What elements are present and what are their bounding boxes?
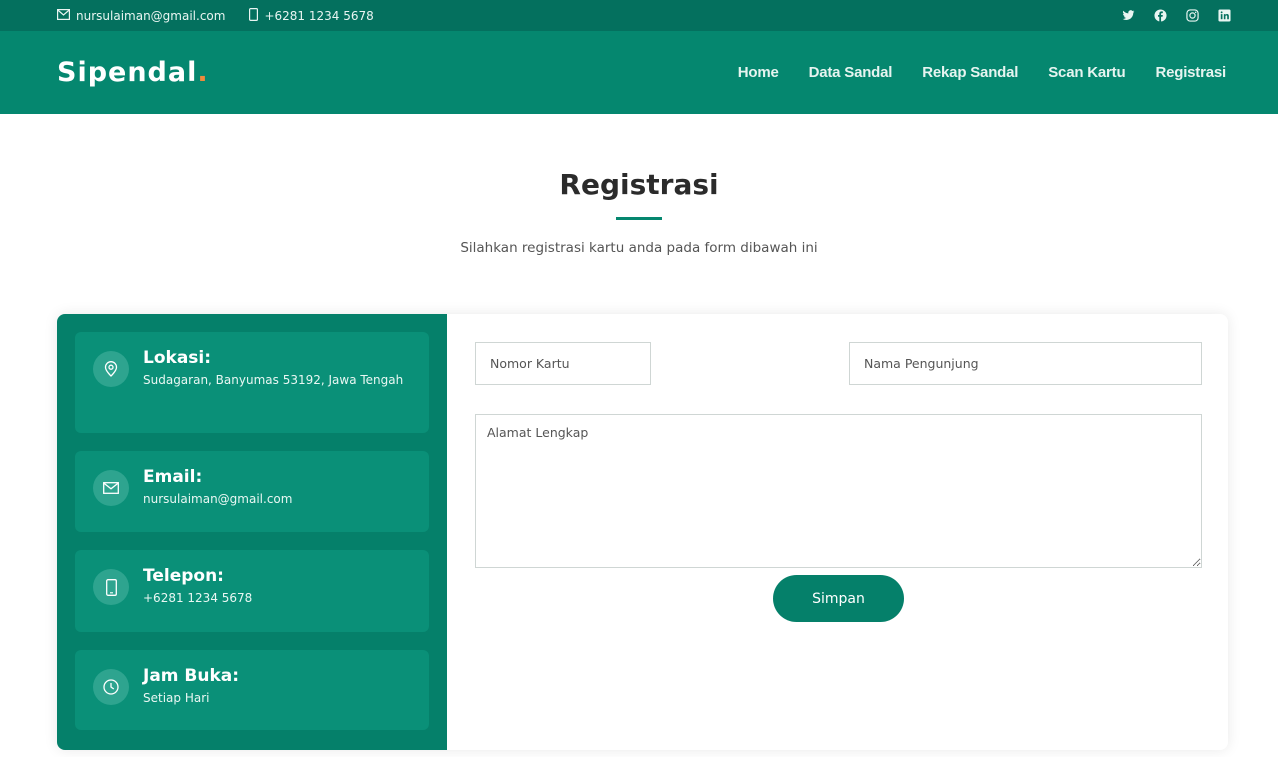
nama-pengunjung-input[interactable] <box>849 342 1202 385</box>
info-title: Email: <box>143 467 203 487</box>
info-value: nursulaiman@gmail.com <box>143 492 293 506</box>
nav-menu: Home Data Sandal Rekap Sandal Scan Kartu… <box>738 64 1226 81</box>
nav-item-scan-kartu[interactable]: Scan Kartu <box>1048 64 1125 81</box>
topbar-email[interactable]: nursulaiman@gmail.com <box>57 9 225 23</box>
page-subtitle: Silahkan registrasi kartu anda pada form… <box>460 240 818 256</box>
phone-icon <box>93 569 129 605</box>
envelope-icon <box>93 470 129 506</box>
brand-dot: . <box>197 57 209 88</box>
map-pin-icon <box>93 351 129 387</box>
linkedin-icon[interactable] <box>1217 9 1231 23</box>
brand-name: Sipendal <box>57 57 198 88</box>
social-links <box>1121 9 1231 23</box>
topbar-phone[interactable]: +6281 1234 5678 <box>249 7 374 24</box>
contact-info-panel: Lokasi: Sudagaran, Banyumas 53192, Jawa … <box>57 314 447 750</box>
facebook-icon[interactable] <box>1153 9 1167 23</box>
nomor-kartu-input[interactable] <box>475 342 651 385</box>
nav-item-home[interactable]: Home <box>738 64 779 81</box>
nav-item-rekap-sandal[interactable]: Rekap Sandal <box>922 64 1018 81</box>
topbar-email-text: nursulaiman@gmail.com <box>76 8 226 23</box>
phone-icon <box>249 7 259 24</box>
info-box-lokasi: Lokasi: Sudagaran, Banyumas 53192, Jawa … <box>75 332 429 433</box>
info-box-telepon: Telepon: +6281 1234 5678 <box>75 550 429 632</box>
nav-item-registrasi[interactable]: Registrasi <box>1155 64 1226 81</box>
clock-icon <box>93 669 129 705</box>
top-bar: nursulaiman@gmail.com +6281 1234 5678 <box>0 0 1278 31</box>
info-box-jam-buka: Jam Buka: Setiap Hari <box>75 650 429 730</box>
info-value: Setiap Hari <box>143 691 210 705</box>
alamat-lengkap-textarea[interactable] <box>475 414 1202 568</box>
nav-item-data-sandal[interactable]: Data Sandal <box>809 64 893 81</box>
info-title: Jam Buka: <box>143 666 240 686</box>
registration-form: Simpan <box>447 314 1228 750</box>
instagram-icon[interactable] <box>1185 9 1199 23</box>
brand-logo[interactable]: Sipendal. <box>57 57 209 88</box>
info-box-email: Email: nursulaiman@gmail.com <box>75 451 429 532</box>
topbar-phone-text: +6281 1234 5678 <box>264 8 374 23</box>
title-underline <box>616 217 662 220</box>
info-title: Lokasi: <box>143 348 212 368</box>
registration-card: Lokasi: Sudagaran, Banyumas 53192, Jawa … <box>57 314 1228 750</box>
info-title: Telepon: <box>143 566 224 586</box>
envelope-icon <box>57 8 71 23</box>
page-title: Registrasi <box>559 168 719 201</box>
twitter-icon[interactable] <box>1121 9 1135 23</box>
section-header: Registrasi Silahkan registrasi kartu and… <box>0 168 1278 256</box>
info-value: Sudagaran, Banyumas 53192, Jawa Tengah <box>143 373 404 387</box>
simpan-button[interactable]: Simpan <box>773 575 904 622</box>
main-navbar: Sipendal. Home Data Sandal Rekap Sandal … <box>0 31 1278 114</box>
info-value: +6281 1234 5678 <box>143 591 253 605</box>
